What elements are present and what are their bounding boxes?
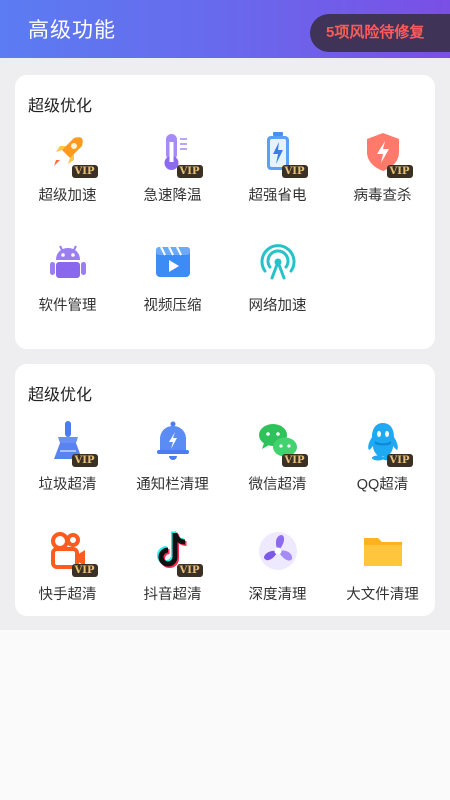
broom-icon: VIP xyxy=(46,419,98,467)
section-title: 超级优化 xyxy=(28,98,93,115)
grid-item-qq-clean[interactable]: VIP QQ超清 xyxy=(330,419,435,494)
vip-badge: VIP xyxy=(281,165,308,178)
grid-item-label: 垃圾超清 xyxy=(38,477,97,493)
grid-item-label: 软件管理 xyxy=(38,298,97,314)
grid-item-label: 深度清理 xyxy=(248,587,307,603)
grid-item-label: 通知栏清理 xyxy=(136,477,209,493)
section-title: 超级优化 xyxy=(28,387,93,404)
wechat-icon: VIP xyxy=(256,419,308,467)
grid-item-large-file-clean[interactable]: 大文件清理 xyxy=(330,529,435,604)
grid-item-label: 微信超清 xyxy=(248,477,307,493)
vip-badge: VIP xyxy=(281,454,308,467)
grid-item-junk-clean[interactable]: VIP 垃圾超清 xyxy=(15,419,120,494)
vip-badge: VIP xyxy=(386,165,413,178)
bell-icon xyxy=(151,419,195,463)
vip-badge: VIP xyxy=(71,454,98,467)
grid-item-label: 急速降温 xyxy=(143,188,202,204)
grid-item-notification-clean[interactable]: 通知栏清理 xyxy=(120,419,225,494)
grid-item-label: 大文件清理 xyxy=(346,587,419,603)
grid-item-kuaishou-clean[interactable]: VIP 快手超清 xyxy=(15,529,120,604)
grid-item-virus-scan[interactable]: VIP 病毒查杀 xyxy=(330,130,435,205)
shield-icon: VIP xyxy=(361,130,413,178)
vip-badge: VIP xyxy=(386,454,413,467)
qq-icon: VIP xyxy=(361,419,413,467)
grid-item-app-manager[interactable]: 软件管理 xyxy=(15,240,120,315)
grid-item-label: 抖音超清 xyxy=(143,587,202,603)
grid-item-wechat-clean[interactable]: VIP 微信超清 xyxy=(225,419,330,494)
grid-item-label: 视频压缩 xyxy=(143,298,202,314)
kuaishou-icon: VIP xyxy=(46,529,98,577)
android-icon xyxy=(46,240,90,284)
app-header: 高级功能 5项风险待修复 xyxy=(0,0,450,58)
optimization-card: 超级优化 VIP 超级加速 VIP 急速降温 VIP 超强省电 VIP 病毒查杀 xyxy=(15,75,435,349)
grid-item-label: 网络加速 xyxy=(248,298,307,314)
signal-icon xyxy=(256,240,300,284)
page-title: 高级功能 xyxy=(28,19,116,42)
bottom-area xyxy=(0,630,450,800)
grid-item-super-speed[interactable]: VIP 超级加速 xyxy=(15,130,120,205)
vip-badge: VIP xyxy=(176,165,203,178)
grid-item-cool-down[interactable]: VIP 急速降温 xyxy=(120,130,225,205)
grid-item-video-compress[interactable]: 视频压缩 xyxy=(120,240,225,315)
fan-icon xyxy=(256,529,300,573)
battery-icon: VIP xyxy=(256,130,308,178)
grid-item-label: 快手超清 xyxy=(38,587,97,603)
grid-item-label: 超强省电 xyxy=(248,188,307,204)
folder-icon xyxy=(361,529,405,573)
tiktok-icon: VIP xyxy=(151,529,203,577)
grid-item-power-saving[interactable]: VIP 超强省电 xyxy=(225,130,330,205)
vip-badge: VIP xyxy=(71,564,98,577)
cleanup-card: 超级优化 VIP 垃圾超清 通知栏清理 VIP 微信超清 VIP QQ超清 VI… xyxy=(15,364,435,616)
vip-badge: VIP xyxy=(71,165,98,178)
grid-item-label: 超级加速 xyxy=(38,188,97,204)
grid-item-label: 病毒查杀 xyxy=(353,188,412,204)
video-icon xyxy=(151,240,195,284)
rocket-icon: VIP xyxy=(46,130,98,178)
vip-badge: VIP xyxy=(176,564,203,577)
grid-item-network-boost[interactable]: 网络加速 xyxy=(225,240,330,315)
grid-item-deep-clean[interactable]: 深度清理 xyxy=(225,529,330,604)
thermometer-icon: VIP xyxy=(151,130,203,178)
grid-item-douyin-clean[interactable]: VIP 抖音超清 xyxy=(120,529,225,604)
risk-badge[interactable]: 5项风险待修复 xyxy=(310,14,450,52)
grid-item-label: QQ超清 xyxy=(356,477,409,493)
